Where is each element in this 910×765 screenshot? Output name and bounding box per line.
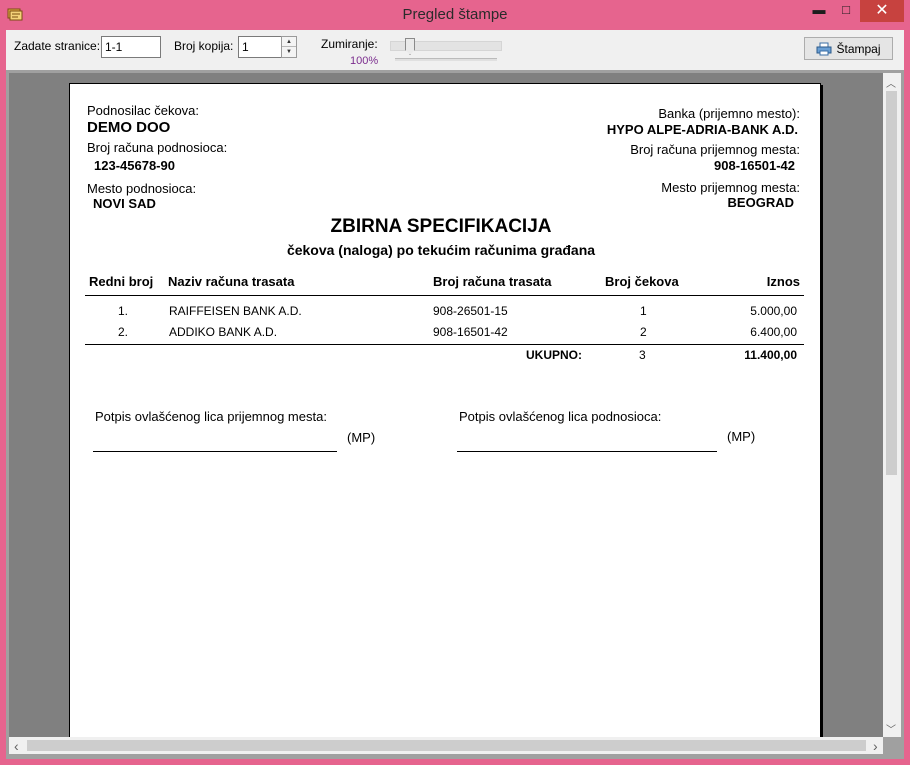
bank-account: 908-16501-42 [714,158,795,173]
copies-stepper[interactable]: ▲ ▼ [281,36,297,58]
print-preview-viewport: Podnosilac čekova: DEMO DOO Broj računa … [6,70,904,759]
column-header-account-number: Broj računa trasata [433,274,552,289]
submitter-name: DEMO DOO [87,119,171,136]
zoom-label: Zumiranje: [321,37,378,51]
zoom-value: 100% [350,55,379,67]
window-title: Pregled štampe [402,6,508,23]
bank-place: BEOGRAD [727,195,794,210]
row-2-account-number: 908-16501-42 [433,325,508,339]
window-client: Zadate stranice: Broj kopija: ▲ ▼ Zumira… [6,30,904,759]
horizontal-scrollbar[interactable]: ‹ › [9,737,883,754]
submitter-label: Podnosilac čekova: [87,103,200,118]
signature-submitter-line [457,451,717,452]
stamp-mark-bank: (MP) [347,430,376,445]
copies-label: Broj kopija: [174,39,234,53]
bank-place-label: Mesto prijemnog mesta: [661,180,800,195]
signature-bank-label: Potpis ovlašćenog lica prijemnog mesta: [95,409,327,424]
signature-bank-line [93,451,337,452]
scroll-down-icon[interactable]: ﹀ [886,721,896,736]
document-page: Podnosilac čekova: DEMO DOO Broj računa … [69,83,821,737]
submitter-account-label: Broj računa podnosioca: [87,140,228,155]
column-header-account-name: Naziv računa trasata [168,274,295,289]
print-button[interactable]: Štampaj [804,37,893,60]
stepper-up-icon[interactable]: ▲ [282,37,296,47]
document-title: ZBIRNA SPECIFIKACIJA [330,216,552,237]
row-2-account-name: ADDIKO BANK A.D. [169,325,278,339]
row-1-account-number: 908-26501-15 [433,304,508,318]
total-amount: 11.400,00 [744,348,797,362]
table-footer-rule [85,344,804,345]
minimize-button[interactable]: ▬ [806,0,832,22]
row-2-amount: 6.400,00 [750,325,797,339]
close-button[interactable]: ✕ [860,0,904,22]
total-count: 3 [639,348,646,362]
submitter-place: NOVI SAD [93,196,156,211]
row-1-amount: 5.000,00 [750,304,797,318]
stamp-mark-submitter: (MP) [727,429,756,444]
pages-label: Zadate stranice: [14,39,101,53]
horizontal-scroll-thumb[interactable] [27,740,866,751]
submitter-account: 123-45678-90 [94,158,175,173]
column-header-number: Redni broj [89,274,154,289]
scroll-right-icon[interactable]: › [873,738,878,754]
vertical-scroll-thumb[interactable] [886,91,897,475]
signature-submitter-label: Potpis ovlašćenog lica podnosioca: [459,409,662,424]
table-header-rule [85,295,804,296]
submitter-place-label: Mesto podnosioca: [87,181,197,196]
zoom-slider-thumb[interactable] [405,38,415,55]
print-button-label: Štampaj [836,41,881,56]
title-bar: Pregled štampe ▬ □ ✕ [0,0,910,30]
column-header-amount: Iznos [766,274,800,289]
row-1-number: 1. [118,304,129,318]
vertical-scrollbar[interactable]: ︿ ﹀ [883,73,901,737]
stepper-down-icon[interactable]: ▼ [282,47,296,57]
bank-name: HYPO ALPE-ADRIA-BANK A.D. [606,122,798,137]
document-subtitle: čekova (naloga) po tekućim računima građ… [286,242,596,258]
total-label: UKUPNO: [526,348,582,362]
row-1-account-name: RAIFFEISEN BANK A.D. [169,304,302,318]
maximize-button[interactable]: □ [833,0,859,22]
scroll-left-icon[interactable]: ‹ [14,738,19,754]
row-1-check-count: 1 [640,304,647,318]
toolbar: Zadate stranice: Broj kopija: ▲ ▼ Zumira… [6,30,904,70]
zoom-slider-ticks [395,58,497,61]
bank-label: Banka (prijemno mesto): [658,106,800,121]
printer-icon [816,42,832,55]
row-2-number: 2. [118,325,129,339]
scroll-up-icon[interactable]: ︿ [886,75,896,90]
column-header-check-count: Broj čekova [605,274,679,289]
preview-canvas[interactable]: Podnosilac čekova: DEMO DOO Broj računa … [9,73,883,737]
bank-account-label: Broj računa prijemnog mesta: [630,142,800,157]
row-2-check-count: 2 [640,325,647,339]
pages-input[interactable] [101,36,161,58]
copies-input[interactable] [238,36,282,58]
